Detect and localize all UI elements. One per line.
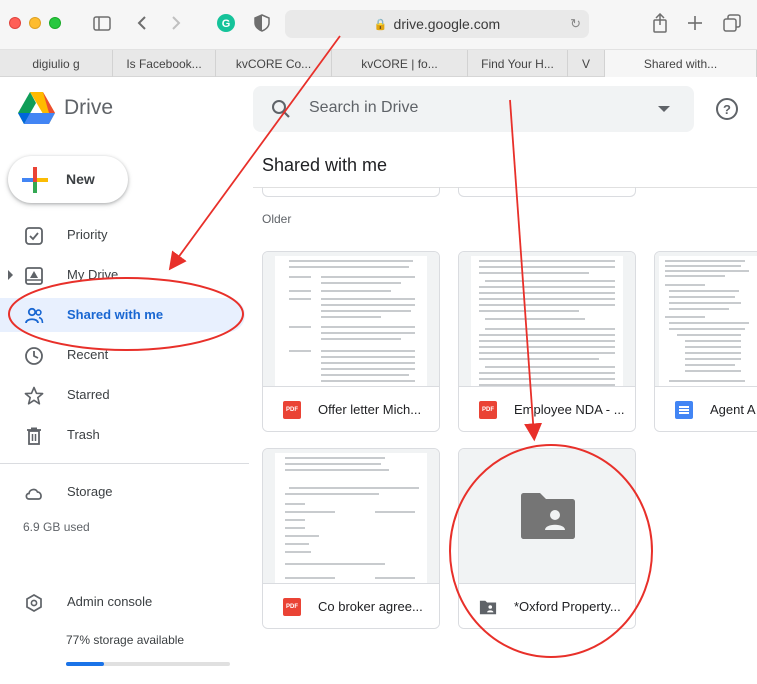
google-doc-icon bbox=[675, 401, 693, 419]
browser-tab[interactable]: kvCORE Co... bbox=[216, 50, 332, 77]
sidebar-toggle-icon[interactable] bbox=[91, 12, 113, 34]
sidebar-item-admin-console[interactable]: Admin console bbox=[0, 585, 245, 619]
search-input[interactable]: Search in Drive bbox=[309, 99, 418, 117]
sidebar-item-shared-with-me[interactable]: Shared with me bbox=[0, 298, 245, 332]
sidebar-item-storage[interactable]: Storage bbox=[0, 475, 245, 509]
file-card-footer: Agent A bbox=[655, 386, 757, 431]
file-card[interactable]: PDF Employee NDA - ... bbox=[458, 251, 636, 432]
browser-toolbar: G 🔒 drive.google.com ↻ bbox=[0, 0, 757, 50]
file-thumbnail bbox=[459, 252, 635, 386]
close-window-button[interactable] bbox=[9, 17, 21, 29]
file-card[interactable]: PDF Offer letter Mich... bbox=[262, 251, 440, 432]
tab-overview-icon[interactable] bbox=[721, 12, 743, 34]
file-card-footer: PDF Employee NDA - ... bbox=[459, 386, 635, 431]
file-thumbnail bbox=[263, 449, 439, 583]
folder-card[interactable]: *Oxford Property... bbox=[458, 448, 636, 629]
admin-console-icon bbox=[26, 594, 42, 612]
back-icon[interactable] bbox=[131, 12, 153, 34]
file-name: Agent A bbox=[710, 402, 756, 417]
help-icon[interactable]: ? bbox=[716, 98, 738, 120]
pdf-icon: PDF bbox=[479, 401, 497, 419]
forward-icon[interactable] bbox=[165, 12, 187, 34]
folder-thumbnail bbox=[459, 449, 635, 583]
file-name: Co broker agree... bbox=[318, 599, 423, 614]
sidebar-item-my-drive[interactable]: My Drive bbox=[0, 258, 245, 292]
sidebar-item-recent[interactable]: Recent bbox=[0, 338, 245, 372]
sidebar-item-trash[interactable]: Trash bbox=[0, 418, 245, 452]
search-icon[interactable] bbox=[271, 99, 291, 124]
sidebar-item-label: Storage bbox=[67, 484, 113, 499]
file-name: *Oxford Property... bbox=[514, 599, 621, 614]
file-card-footer: PDF Offer letter Mich... bbox=[263, 386, 439, 431]
lock-icon: 🔒 bbox=[373, 18, 388, 31]
tab-bar: digiulio g Is Facebook... kvCORE Co... k… bbox=[0, 50, 757, 77]
pdf-icon: PDF bbox=[283, 598, 301, 616]
browser-tab[interactable]: kvCORE | fo... bbox=[332, 50, 468, 77]
new-button-label: New bbox=[66, 171, 95, 187]
browser-tab[interactable]: digiulio g bbox=[0, 50, 113, 77]
priority-icon bbox=[25, 227, 43, 245]
reload-icon[interactable]: ↻ bbox=[570, 16, 581, 32]
storage-progress-fill bbox=[66, 662, 104, 666]
app-title: Drive bbox=[64, 96, 114, 119]
browser-tab[interactable]: Find Your H... bbox=[468, 50, 568, 77]
sidebar-item-label: Admin console bbox=[67, 594, 153, 609]
shield-icon[interactable] bbox=[251, 12, 273, 34]
share-icon[interactable] bbox=[649, 12, 671, 34]
section-label: Older bbox=[262, 212, 292, 226]
expand-arrow-icon[interactable] bbox=[8, 270, 13, 280]
pdf-icon: PDF bbox=[283, 401, 301, 419]
file-name: Employee NDA - ... bbox=[514, 402, 625, 417]
new-tab-icon[interactable] bbox=[684, 12, 706, 34]
sidebar-divider bbox=[0, 463, 249, 464]
clock-icon bbox=[25, 347, 43, 365]
cloud-icon bbox=[25, 488, 42, 500]
shared-icon bbox=[25, 307, 44, 324]
shared-folder-small-icon bbox=[479, 600, 497, 615]
search-options-icon[interactable] bbox=[658, 106, 670, 112]
sidebar-item-label: Shared with me bbox=[67, 307, 164, 322]
file-card-partial[interactable] bbox=[262, 187, 440, 197]
file-card-partial[interactable] bbox=[458, 187, 636, 197]
address-bar[interactable]: 🔒 drive.google.com ↻ bbox=[285, 10, 589, 38]
trash-icon bbox=[27, 427, 41, 445]
file-card-footer: *Oxford Property... bbox=[459, 583, 635, 628]
sidebar-item-priority[interactable]: Priority bbox=[0, 218, 245, 252]
page-title: Shared with me bbox=[262, 155, 388, 175]
file-name: Offer letter Mich... bbox=[318, 402, 422, 417]
sidebar-item-label: My Drive bbox=[67, 267, 119, 282]
browser-tab-active[interactable]: Shared with... bbox=[605, 50, 757, 77]
plus-icon bbox=[22, 167, 48, 193]
url-text: drive.google.com bbox=[393, 16, 501, 32]
file-card[interactable]: PDF Co broker agree... bbox=[262, 448, 440, 629]
browser-tab[interactable]: Is Facebook... bbox=[113, 50, 216, 77]
new-button[interactable]: New bbox=[8, 156, 128, 203]
file-card-footer: PDF Co broker agree... bbox=[263, 583, 439, 628]
shared-folder-icon bbox=[521, 493, 575, 539]
grammarly-icon[interactable]: G bbox=[215, 12, 237, 34]
storage-progress-bar bbox=[66, 662, 230, 666]
storage-used-text: 6.9 GB used bbox=[23, 520, 90, 534]
drive-logo-icon[interactable] bbox=[18, 92, 55, 130]
sidebar-item-label: Priority bbox=[67, 227, 108, 242]
sidebar-item-label: Trash bbox=[67, 427, 100, 442]
file-thumbnail bbox=[655, 252, 757, 386]
file-thumbnail bbox=[263, 252, 439, 386]
search-bar[interactable]: Search in Drive bbox=[253, 86, 694, 132]
sidebar-item-label: Recent bbox=[67, 347, 109, 362]
zoom-window-button[interactable] bbox=[49, 17, 61, 29]
svg-text:G: G bbox=[222, 18, 231, 30]
my-drive-icon bbox=[25, 267, 43, 285]
minimize-window-button[interactable] bbox=[29, 17, 41, 29]
star-icon bbox=[24, 386, 44, 405]
screenshot-root: G 🔒 drive.google.com ↻ digiulio g Is Fac… bbox=[0, 0, 757, 684]
sidebar-item-label: Starred bbox=[67, 387, 110, 402]
browser-tab[interactable]: V bbox=[568, 50, 605, 77]
file-card[interactable]: Agent A bbox=[654, 251, 757, 432]
sidebar-item-starred[interactable]: Starred bbox=[0, 378, 245, 412]
storage-available-text: 77% storage available bbox=[66, 633, 185, 647]
